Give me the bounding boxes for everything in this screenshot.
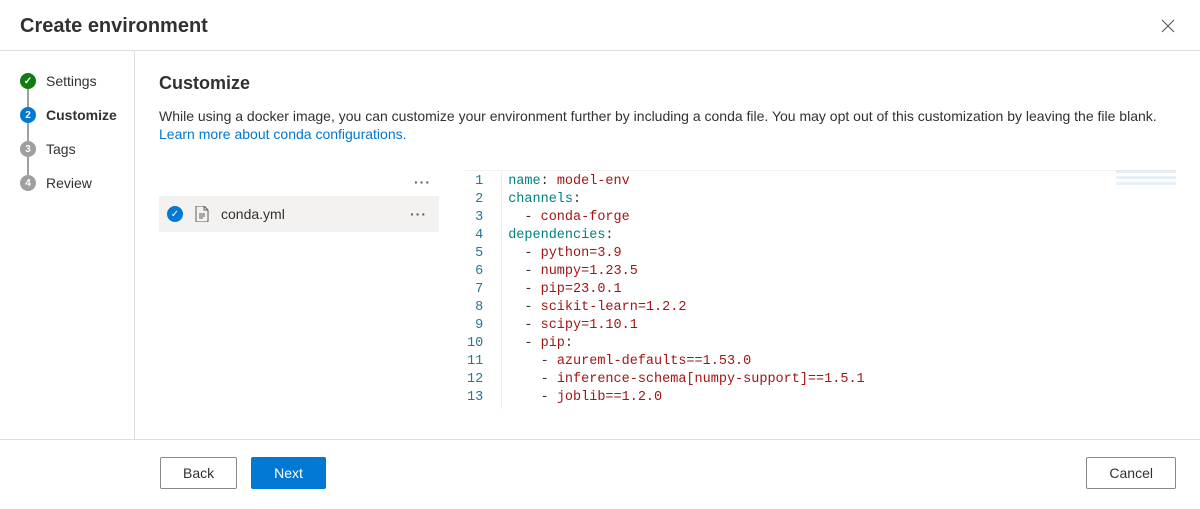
- step-label: Review: [46, 175, 92, 191]
- footer: Back Next Cancel: [0, 439, 1200, 505]
- file-list-more-button[interactable]: ···: [410, 174, 435, 190]
- code-editor[interactable]: 12345678910111213 name: model-envchannel…: [463, 170, 1176, 409]
- step-number-icon: 2: [20, 107, 36, 123]
- step-label: Tags: [46, 141, 76, 157]
- step-connector: [27, 157, 29, 175]
- page-title: Customize: [159, 73, 1176, 94]
- selected-check-icon: ✓: [167, 206, 183, 222]
- main-panel: Customize While using a docker image, yo…: [135, 51, 1200, 439]
- step-label: Settings: [46, 73, 97, 89]
- file-item-conda[interactable]: ✓ conda.yml ···: [159, 196, 439, 232]
- file-list: ··· ✓ conda.yml ···: [159, 170, 439, 232]
- step-number-icon: 3: [20, 141, 36, 157]
- close-button[interactable]: [1156, 14, 1180, 38]
- step-connector: [27, 89, 29, 107]
- page-description: While using a docker image, you can cust…: [159, 108, 1176, 124]
- step-customize[interactable]: 2 Customize: [20, 107, 134, 123]
- cancel-button[interactable]: Cancel: [1086, 457, 1176, 489]
- file-item-more-button[interactable]: ···: [406, 206, 431, 222]
- editor-minimap[interactable]: [1116, 170, 1176, 204]
- step-label: Customize: [46, 107, 117, 123]
- back-button[interactable]: Back: [160, 457, 237, 489]
- step-connector: [27, 123, 29, 141]
- file-name: conda.yml: [221, 206, 394, 222]
- step-tags[interactable]: 3 Tags: [20, 141, 134, 157]
- code-content[interactable]: name: model-envchannels: - conda-forgede…: [501, 171, 864, 409]
- step-number-icon: 4: [20, 175, 36, 191]
- next-button[interactable]: Next: [251, 457, 326, 489]
- learn-more-link[interactable]: Learn more about conda configurations.: [159, 126, 407, 142]
- close-icon: [1161, 19, 1175, 33]
- step-settings[interactable]: ✓ Settings: [20, 73, 134, 89]
- file-icon: [195, 206, 209, 222]
- check-icon: ✓: [20, 73, 36, 89]
- dialog-title: Create environment: [20, 15, 208, 38]
- dialog-header: Create environment: [0, 0, 1200, 51]
- step-review[interactable]: 4 Review: [20, 175, 134, 191]
- line-numbers: 12345678910111213: [463, 171, 501, 409]
- wizard-steps: ✓ Settings 2 Customize 3 Tags 4 Review: [0, 51, 135, 439]
